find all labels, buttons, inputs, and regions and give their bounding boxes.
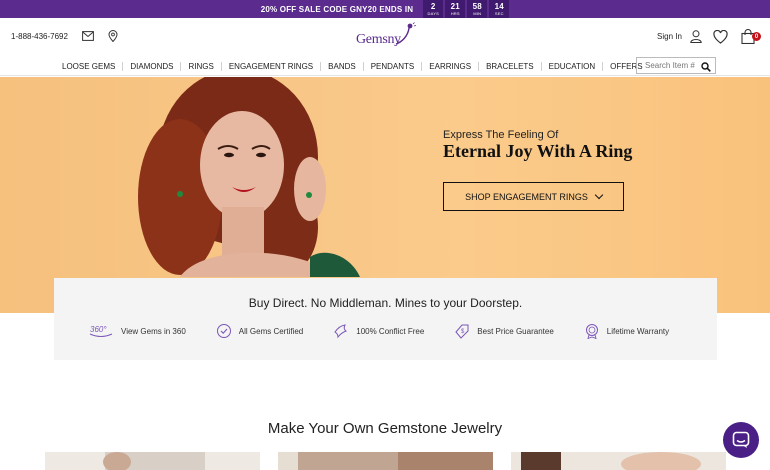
feature-best-price[interactable]: $ Best Price Guarantee	[454, 323, 554, 339]
sign-in-link[interactable]: Sign In	[657, 32, 682, 41]
section-title: Make Your Own Gemstone Jewelry	[267, 420, 503, 437]
wishlist-heart-icon[interactable]	[713, 30, 728, 44]
feature-certified[interactable]: All Gems Certified	[216, 323, 303, 339]
hero-title: Eternal Joy With A Ring	[443, 141, 633, 161]
nav-item-diamonds[interactable]: DIAMONDS	[123, 61, 182, 71]
shop-engagement-rings-button[interactable]: SHOP ENGAGEMENT RINGS	[443, 182, 624, 211]
search-box	[636, 57, 716, 74]
gemstone-card[interactable]	[511, 452, 726, 470]
gemstone-card[interactable]	[278, 452, 493, 470]
mail-icon[interactable]	[82, 31, 94, 41]
cart-count-badge: 0	[752, 32, 761, 41]
nav-item-loose-gems[interactable]: LOOSE GEMS	[55, 61, 124, 71]
price-tag-icon: $	[455, 324, 469, 339]
hero-subtitle: Express The Feeling Of	[443, 129, 559, 141]
nav-item-bands[interactable]: BANDS	[321, 61, 364, 71]
site-header: 1-888-436-7692 Gemsny Sign In 0	[0, 18, 770, 56]
hero-model-image	[138, 77, 360, 277]
warranty-icon	[585, 324, 598, 339]
value-proposition-panel: Buy Direct. No Middleman. Mines to your …	[54, 278, 717, 360]
promo-bar[interactable]: 20% OFF SALE CODE GNY20 ENDS IN 2 DAYS 21…	[0, 0, 770, 18]
search-input[interactable]	[645, 61, 703, 70]
location-pin-icon[interactable]	[108, 30, 118, 42]
chevron-down-icon	[594, 190, 604, 199]
chat-widget-button[interactable]	[723, 422, 759, 458]
gemstone-card-image	[278, 452, 493, 470]
logo[interactable]: Gemsny	[356, 22, 418, 50]
logo-mark-icon	[395, 22, 416, 45]
countdown-seconds: 14 SEC	[489, 0, 510, 18]
feature-view-360[interactable]: 360° View Gems in 360	[88, 323, 186, 339]
gemstone-card-image	[511, 452, 726, 470]
promo-text: 20% OFF SALE CODE GNY20 ENDS IN	[260, 4, 414, 14]
countdown-minutes: 58 MIN	[467, 0, 488, 18]
search-icon[interactable]	[701, 62, 711, 72]
main-nav: LOOSE GEMS DIAMONDS RINGS ENGAGEMENT RIN…	[0, 56, 770, 76]
feature-warranty[interactable]: Lifetime Warranty	[584, 323, 669, 339]
gemstone-card-image	[45, 452, 260, 470]
dove-icon	[334, 324, 348, 339]
360-icon: 360°	[89, 325, 113, 337]
certified-icon	[216, 324, 231, 338]
nav-item-pendants[interactable]: PENDANTS	[364, 61, 423, 71]
nav-item-earrings[interactable]: EARRINGS	[422, 61, 480, 71]
feature-conflict-free[interactable]: 100% Conflict Free	[333, 323, 424, 339]
user-icon[interactable]	[690, 30, 702, 43]
svg-text:360°: 360°	[90, 325, 107, 334]
chat-icon	[732, 431, 750, 448]
gemstone-card[interactable]	[45, 452, 260, 470]
countdown-hours: 21 HRS	[445, 0, 466, 18]
nav-item-bracelets[interactable]: BRACELETS	[479, 61, 542, 71]
countdown-days: 2 DAYS	[423, 0, 444, 18]
value-proposition-title: Buy Direct. No Middleman. Mines to your …	[248, 296, 523, 310]
nav-item-engagement-rings[interactable]: ENGAGEMENT RINGS	[222, 61, 322, 71]
nav-item-rings[interactable]: RINGS	[181, 61, 222, 71]
phone-number[interactable]: 1-888-436-7692	[11, 32, 68, 41]
nav-item-education[interactable]: EDUCATION	[542, 61, 604, 71]
